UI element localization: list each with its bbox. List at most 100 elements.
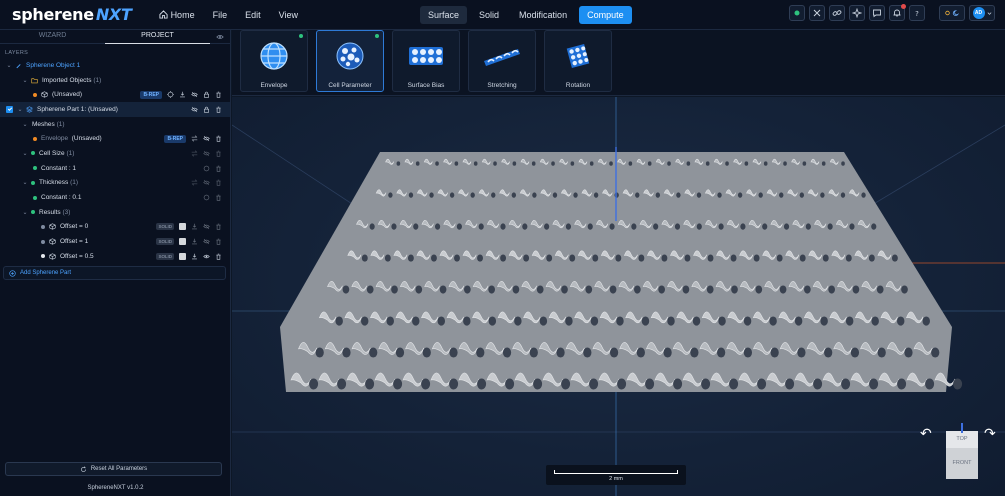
chevron-down-icon[interactable]: ⌄ — [6, 62, 12, 69]
eye-off-icon[interactable] — [191, 91, 198, 98]
chevron-down-icon[interactable]: ⌄ — [22, 121, 28, 128]
tree-offset-1[interactable]: Offset = 1 SOLID — [0, 234, 230, 249]
tree-meshes[interactable]: ⌄ Meshes (1) — [0, 117, 230, 132]
eye-icon[interactable] — [203, 253, 210, 260]
target-icon[interactable] — [203, 165, 210, 172]
tools-button[interactable] — [809, 5, 825, 21]
3d-viewport[interactable]: 2 mm ↶ ↷ TOP FRONT — [232, 97, 1005, 496]
visibility-toggle[interactable] — [210, 33, 230, 41]
tree-results[interactable]: ⌄ Results (3) — [0, 205, 230, 220]
tree-object[interactable]: ⌄ Spherene Object 1 — [0, 58, 230, 73]
target-icon[interactable] — [167, 91, 174, 99]
tree-envelope[interactable]: Envelope (Unsaved) B-REP — [0, 131, 230, 146]
tree-thickness[interactable]: ⌄ Thickness (1) — [0, 176, 230, 191]
eye-off-icon[interactable] — [203, 135, 210, 142]
cube-top-face[interactable]: TOP — [946, 431, 978, 448]
menu-view[interactable]: View — [270, 0, 307, 30]
mode-modification[interactable]: Modification — [511, 6, 575, 24]
chevron-down-icon[interactable]: ⌄ — [22, 209, 28, 216]
trash-icon[interactable] — [215, 194, 222, 201]
download-icon[interactable] — [179, 91, 186, 98]
eye-off-icon[interactable] — [203, 179, 210, 186]
eye-off-icon[interactable] — [203, 223, 210, 230]
trash-icon[interactable] — [215, 91, 222, 98]
menu-file[interactable]: File — [204, 0, 237, 30]
lattice-hole — [634, 285, 641, 294]
chevron-down-icon[interactable]: ⌄ — [22, 77, 28, 84]
user-menu[interactable]: AD — [969, 5, 995, 21]
lock-icon[interactable] — [203, 106, 210, 113]
scene-canvas[interactable] — [232, 97, 1005, 496]
tree-imported[interactable]: ⌄ Imported Objects (1) — [0, 73, 230, 88]
mode-solid[interactable]: Solid — [471, 6, 507, 24]
swap-icon[interactable] — [191, 179, 198, 186]
app-logo[interactable]: spherene NXT — [12, 5, 132, 24]
notifications-button[interactable] — [889, 4, 906, 21]
tree-constant-01[interactable]: Constant : 0.1 — [0, 190, 230, 205]
swap-icon[interactable] — [191, 135, 198, 142]
tool-envelope[interactable]: Envelope — [240, 30, 308, 92]
tree-offset-05[interactable]: Offset = 0.5 SOLID — [0, 249, 230, 264]
color-swatch[interactable] — [179, 238, 186, 246]
lattice-hole — [449, 378, 459, 390]
view-cube[interactable]: TOP FRONT — [946, 431, 978, 479]
chevron-down-icon[interactable]: ⌄ — [17, 106, 23, 113]
trash-icon[interactable] — [215, 135, 222, 142]
lattice-hole — [413, 223, 419, 230]
help-button[interactable]: ? — [909, 5, 925, 21]
lattice-hole — [360, 316, 369, 326]
trash-icon[interactable] — [215, 253, 222, 260]
tree-imported-unsaved[interactable]: (Unsaved) B-REP — [0, 87, 230, 102]
lock-icon[interactable] — [203, 91, 210, 98]
tree-part[interactable]: ⌄ Spherene Part 1: (Unsaved) — [0, 102, 230, 117]
rotate-right-icon[interactable]: ↷ — [984, 425, 996, 442]
eye-off-icon[interactable] — [203, 150, 210, 157]
tool-stretching[interactable]: Stretching — [468, 30, 536, 92]
mode-surface[interactable]: Surface — [420, 6, 468, 24]
target-icon[interactable] — [203, 194, 210, 201]
tool-surface-bias[interactable]: Surface Bias — [392, 30, 460, 92]
sparkle-button[interactable] — [849, 5, 865, 21]
link-button[interactable] — [829, 5, 845, 21]
theme-toggle[interactable] — [939, 5, 965, 21]
cube-front-face[interactable]: FRONT — [946, 448, 978, 479]
comment-button[interactable] — [869, 5, 885, 21]
checkbox[interactable] — [6, 105, 13, 113]
reset-button[interactable]: Reset All Parameters — [5, 462, 222, 476]
rotate-left-icon[interactable]: ↶ — [920, 425, 932, 442]
tree-cell-size[interactable]: ⌄ Cell Size (1) — [0, 146, 230, 161]
swap-icon[interactable] — [191, 150, 198, 157]
menu-edit[interactable]: Edit — [236, 0, 270, 30]
lattice-hole — [617, 378, 627, 390]
menu-home[interactable]: Home — [150, 0, 204, 30]
trash-icon[interactable] — [215, 106, 222, 113]
download-icon[interactable] — [191, 223, 198, 230]
tree-offset-0[interactable]: Offset = 0 SOLID — [0, 220, 230, 235]
download-icon[interactable] — [191, 253, 198, 260]
trash-icon[interactable] — [215, 165, 222, 172]
tool-rotation[interactable]: Rotation — [544, 30, 612, 92]
trash-icon[interactable] — [215, 238, 222, 245]
color-swatch[interactable] — [179, 223, 186, 231]
color-swatch[interactable] — [179, 252, 186, 260]
lattice-hole — [673, 378, 683, 390]
status-button[interactable] — [789, 5, 805, 21]
lattice-hole — [514, 316, 522, 326]
tab-wizard[interactable]: WIZARD — [0, 30, 105, 44]
tree-constant-1[interactable]: Constant : 1 — [0, 161, 230, 176]
trash-icon[interactable] — [215, 150, 222, 157]
download-icon[interactable] — [191, 238, 198, 245]
status-dot — [375, 34, 379, 38]
trash-icon[interactable] — [215, 223, 222, 231]
chevron-down-icon[interactable]: ⌄ — [22, 150, 28, 157]
tool-panel: Envelope Cell Parameter Surface Bias Str… — [232, 30, 1005, 96]
eye-off-icon[interactable] — [203, 238, 210, 245]
tool-cell-parameter[interactable]: Cell Parameter — [316, 30, 384, 92]
chevron-down-icon[interactable]: ⌄ — [22, 179, 28, 186]
tab-project[interactable]: PROJECT — [105, 30, 210, 44]
add-part-button[interactable]: Add Spherene Part — [3, 266, 226, 280]
compute-button[interactable]: Compute — [579, 6, 632, 24]
status-dot — [31, 151, 35, 156]
eye-off-icon[interactable] — [191, 106, 198, 113]
trash-icon[interactable] — [215, 179, 222, 186]
